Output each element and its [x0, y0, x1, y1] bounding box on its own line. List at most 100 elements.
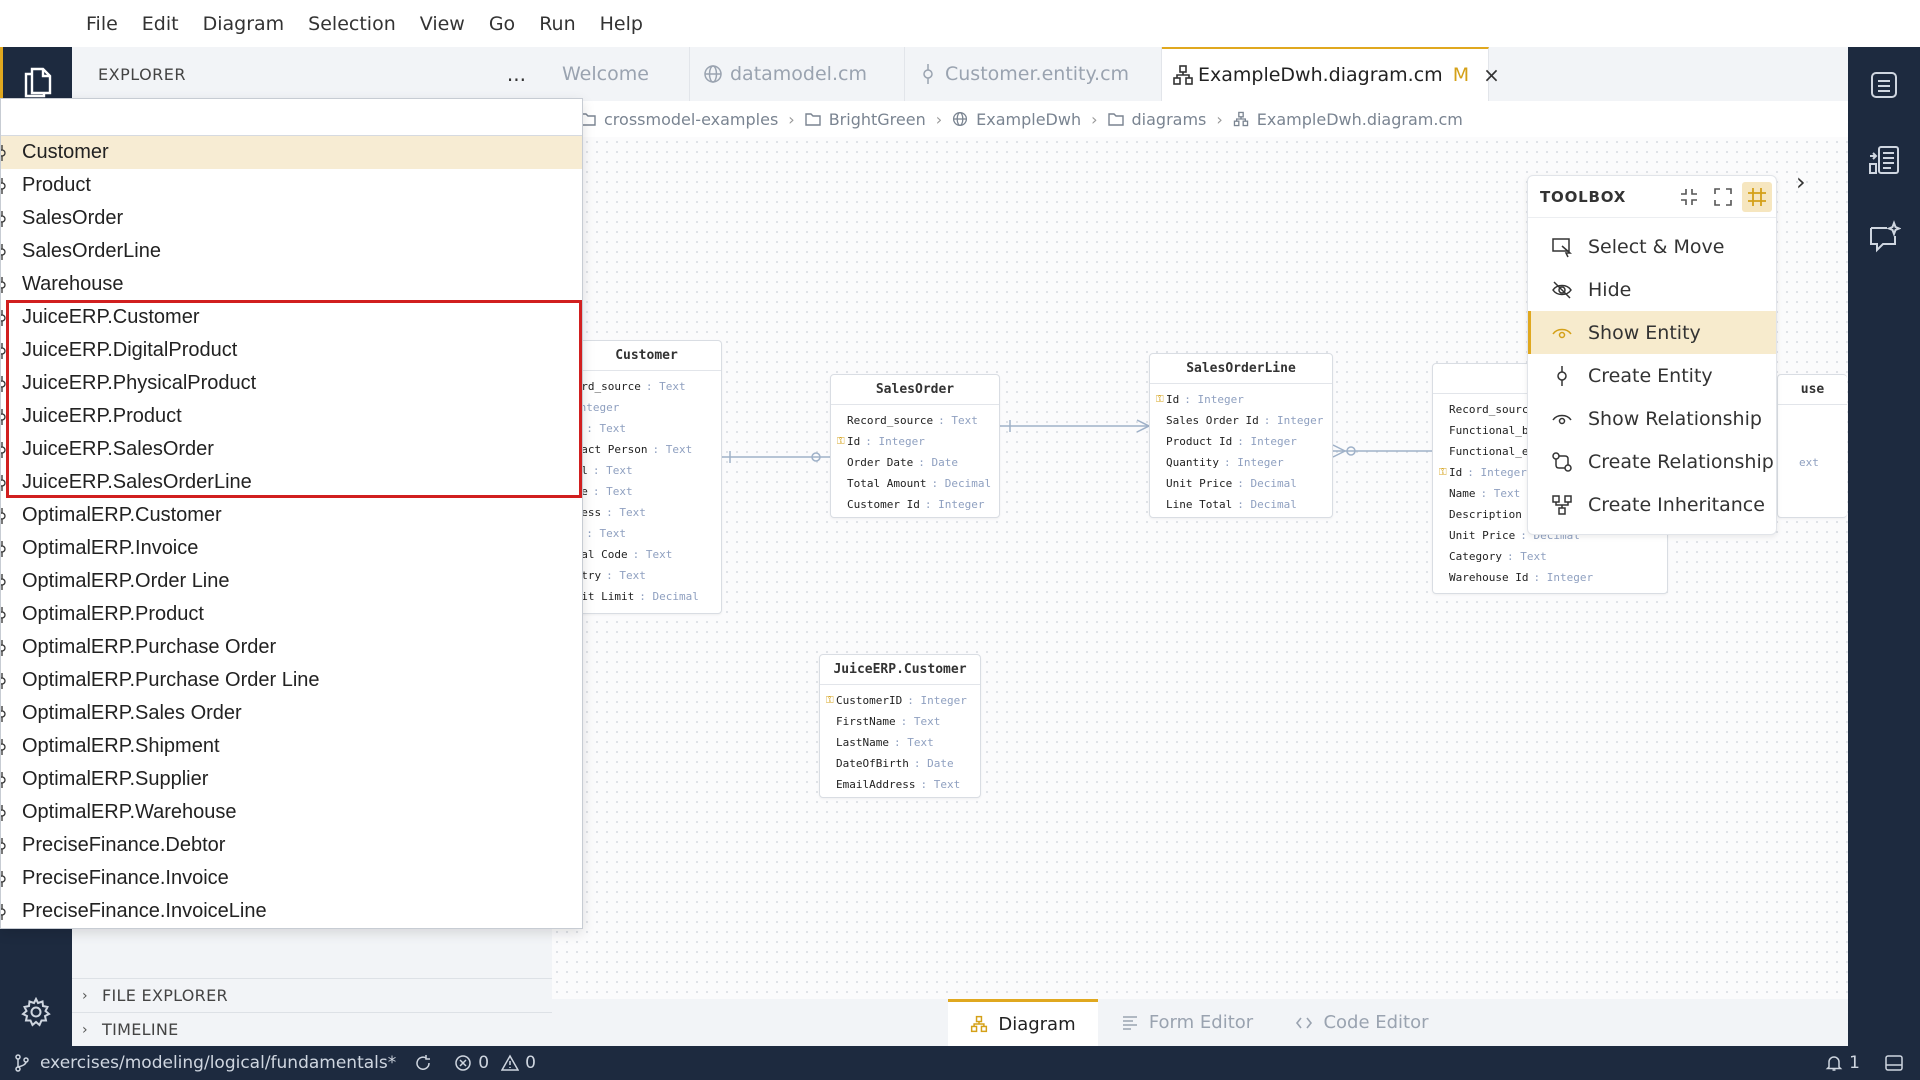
quick-pick-item[interactable]: JuiceERP.SalesOrderLine	[1, 466, 582, 499]
tab-customer-entity[interactable]: Customer.entity.cm	[905, 47, 1162, 101]
quick-pick-item[interactable]: SalesOrder	[1, 202, 582, 235]
tab-welcome[interactable]: Welcome	[552, 47, 690, 101]
tab-form-editor-view[interactable]: Form Editor	[1112, 999, 1262, 1046]
breadcrumb-item[interactable]: ExampleDwh.diagram.cm	[1233, 110, 1463, 129]
quick-pick-item[interactable]: JuiceERP.DigitalProduct	[1, 334, 582, 367]
menu-diagram[interactable]: Diagram	[203, 13, 285, 35]
fit-to-screen-button[interactable]	[1708, 182, 1738, 212]
menu-run[interactable]: Run	[539, 13, 575, 35]
attribute-type: : Decimal	[1237, 498, 1297, 511]
entity-attribute[interactable]: ⚿ CustomerID: Integer	[820, 690, 980, 711]
properties-button[interactable]	[1866, 143, 1902, 179]
settings-button[interactable]	[0, 987, 72, 1037]
entity-attribute[interactable]: LastName: Text	[820, 732, 980, 753]
timeline-section[interactable]: › TIMELINE	[72, 1012, 552, 1046]
quick-pick-item[interactable]: JuiceERP.Customer	[1, 301, 582, 334]
quick-pick-item[interactable]: JuiceERP.Product	[1, 400, 582, 433]
notifications-status[interactable]: 1	[1825, 1053, 1860, 1073]
collapse-all-button[interactable]	[1674, 182, 1704, 212]
quick-pick-item[interactable]: PreciseFinance.Debtor	[1, 829, 582, 862]
diagram-icon	[970, 1015, 988, 1033]
tool-create-relationship[interactable]: Create Relationship	[1528, 440, 1776, 483]
entity-attribute[interactable]: FirstName: Text	[820, 711, 980, 732]
tab-diagram-view[interactable]: Diagram	[948, 999, 1098, 1046]
entity-attribute[interactable]	[1778, 431, 1847, 452]
sync-button[interactable]	[414, 1054, 432, 1072]
entity-warehouse[interactable]: use ext	[1777, 374, 1847, 518]
entity-attribute[interactable]: Category: Text	[1433, 546, 1667, 567]
quick-pick-item[interactable]: SalesOrderLine	[1, 235, 582, 268]
layout-button[interactable]	[1884, 1054, 1904, 1072]
entity-attribute[interactable]: Customer Id: Integer	[831, 494, 999, 515]
file-explorer-section[interactable]: › FILE EXPLORER	[72, 978, 552, 1012]
quick-pick-item[interactable]: PreciseFinance.Invoice	[1, 862, 582, 895]
breadcrumb-item[interactable]: crossmodel-examples	[580, 110, 778, 129]
problems-status[interactable]: 0 0	[454, 1053, 536, 1073]
quick-pick-item[interactable]: JuiceERP.SalesOrder	[1, 433, 582, 466]
entity-attribute[interactable]: Record_source: Text	[831, 410, 999, 431]
quick-pick-item[interactable]: OptimalERP.Invoice	[1, 532, 582, 565]
entity-attribute[interactable]: ⚿ Id: Integer	[831, 431, 999, 452]
entity-salesorderline[interactable]: SalesOrderLine ⚿ Id: Integer Sales Order I…	[1149, 353, 1333, 518]
close-tab-button[interactable]: ×	[1483, 63, 1500, 87]
entity-attribute[interactable]: Product Id: Integer	[1150, 431, 1332, 452]
quick-pick-item[interactable]: PreciseFinance.InvoiceLine	[1, 895, 582, 928]
breadcrumb-item[interactable]: ExampleDwh	[952, 110, 1081, 129]
quick-pick-input[interactable]	[1, 99, 582, 136]
entity-attribute[interactable]: Sales Order Id: Integer	[1150, 410, 1332, 431]
entity-juiceerp-customer[interactable]: JuiceERP.Customer ⚿ CustomerID: Integer Fi…	[819, 654, 981, 798]
attribute-name: Line Total	[1166, 498, 1233, 511]
entity-attribute[interactable]: ⚿ Id: Integer	[1150, 389, 1332, 410]
breadcrumb-item[interactable]: BrightGreen	[804, 110, 926, 129]
tool-hide[interactable]: Hide	[1528, 268, 1776, 311]
tab-exampledwh-diagram[interactable]: ExampleDwh.diagram.cm M ×	[1162, 47, 1500, 101]
grid-toggle-button[interactable]	[1742, 181, 1772, 212]
tab-datamodel[interactable]: datamodel.cm	[690, 47, 905, 101]
chevron-right-icon[interactable]: ›	[1796, 168, 1806, 196]
entity-attribute[interactable]: Line Total : Decimal	[1150, 494, 1332, 515]
tab-code-editor-view[interactable]: Code Editor	[1282, 999, 1442, 1046]
menu-edit[interactable]: Edit	[142, 13, 179, 35]
entity-salesorder[interactable]: SalesOrder Record_source: Text ⚿ Id: Integ…	[830, 374, 1000, 518]
quick-pick-item[interactable]: OptimalERP.Customer	[1, 499, 582, 532]
tool-show-entity[interactable]: Show Entity	[1528, 311, 1776, 354]
entity-icon	[1, 343, 6, 359]
more-actions-button[interactable]: ...	[507, 62, 526, 86]
quick-pick-item[interactable]: OptimalERP.Warehouse	[1, 796, 582, 829]
entity-attribute[interactable]: Total Amount: Decimal	[831, 473, 999, 494]
quick-pick-item[interactable]: OptimalERP.Sales Order	[1, 697, 582, 730]
breadcrumb-item[interactable]: diagrams	[1107, 110, 1206, 129]
quick-pick-item[interactable]: OptimalERP.Shipment	[1, 730, 582, 763]
tool-select-move[interactable]: Select & Move	[1528, 225, 1776, 268]
entity-attribute[interactable]: EmailAddress: Text	[820, 774, 980, 795]
entity-attribute[interactable]: Order Date: Date	[831, 452, 999, 473]
chat-button[interactable]	[1866, 219, 1902, 255]
menu-selection[interactable]: Selection	[308, 13, 396, 35]
menu-view[interactable]: View	[420, 13, 465, 35]
properties-icon	[1869, 146, 1899, 174]
menu-help[interactable]: Help	[600, 13, 643, 35]
outline-button[interactable]	[1866, 67, 1902, 103]
entity-icon	[1, 871, 6, 887]
entity-attribute[interactable]: DateOfBirth: Date	[820, 753, 980, 774]
tool-create-entity[interactable]: Create Entity	[1528, 354, 1776, 397]
tool-create-inheritance[interactable]: Create Inheritance	[1528, 483, 1776, 526]
quick-pick-item[interactable]: Warehouse	[1, 268, 582, 301]
menu-go[interactable]: Go	[489, 13, 515, 35]
entity-attribute[interactable]: Unit Price: Decimal	[1150, 473, 1332, 494]
quick-pick-item[interactable]: JuiceERP.PhysicalProduct	[1, 367, 582, 400]
entity-attribute[interactable]: Warehouse Id: Integer	[1433, 567, 1667, 588]
entity-attribute[interactable]: Quantity: Integer	[1150, 452, 1332, 473]
branch-status[interactable]: exercises/modeling/logical/fundamentals*	[14, 1053, 396, 1073]
quick-pick-item[interactable]: OptimalERP.Purchase Order Line	[1, 664, 582, 697]
quick-pick-item[interactable]: OptimalERP.Purchase Order	[1, 631, 582, 664]
entity-attribute[interactable]	[1778, 410, 1847, 431]
menu-file[interactable]: File	[86, 13, 118, 35]
quick-pick-item[interactable]: Customer	[1, 136, 582, 169]
quick-pick-item[interactable]: OptimalERP.Product	[1, 598, 582, 631]
entity-attribute[interactable]: ext	[1778, 452, 1847, 473]
tool-show-relationship[interactable]: Show Relationship	[1528, 397, 1776, 440]
quick-pick-item[interactable]: OptimalERP.Order Line	[1, 565, 582, 598]
quick-pick-item[interactable]: Product	[1, 169, 582, 202]
quick-pick-item[interactable]: OptimalERP.Supplier	[1, 763, 582, 796]
